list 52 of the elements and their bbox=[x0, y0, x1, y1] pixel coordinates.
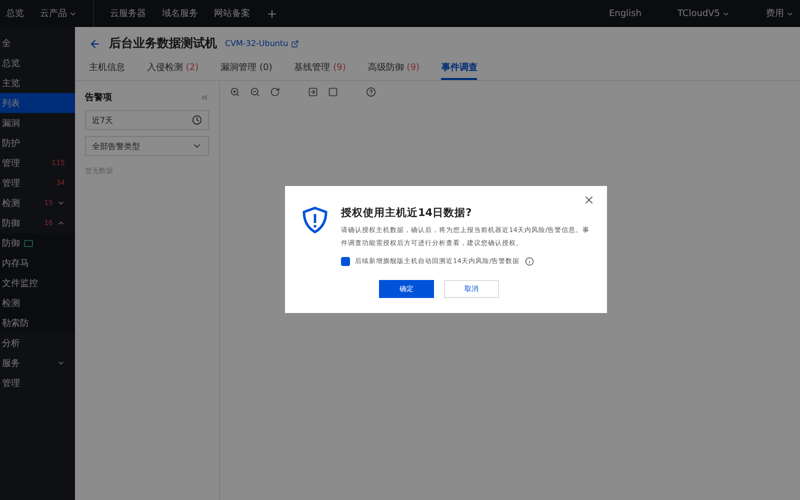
close-button[interactable] bbox=[583, 194, 595, 206]
sidebar-item[interactable]: 总览 bbox=[0, 53, 75, 73]
chevron-up-icon[interactable] bbox=[57, 219, 65, 227]
shield-warning-icon bbox=[301, 206, 329, 234]
nav-link[interactable]: 域名服务 bbox=[162, 7, 198, 20]
sidebar-item[interactable]: 全 bbox=[0, 33, 75, 53]
nav-menu-item[interactable]: 总览 bbox=[6, 7, 24, 20]
nav-menu-item[interactable]: 云产品 bbox=[40, 7, 77, 20]
sidebar-item[interactable]: 漏洞 bbox=[0, 113, 75, 133]
zoom-out-icon[interactable] bbox=[250, 87, 260, 97]
dialog-title: 授权使用主机近14日数据? bbox=[341, 206, 473, 220]
instance-link[interactable]: CVM-32-Ubuntu bbox=[225, 39, 300, 48]
sidebar-item[interactable]: 管理 bbox=[0, 373, 75, 393]
checkbox[interactable] bbox=[341, 257, 350, 266]
chevron-down-icon[interactable] bbox=[57, 199, 65, 207]
sidebar-item[interactable]: 服务 bbox=[0, 353, 75, 373]
page-title: 后台业务数据测试机 bbox=[109, 35, 217, 52]
collapse-icon[interactable] bbox=[200, 93, 209, 102]
sidebar-item[interactable]: 主览 bbox=[0, 73, 75, 93]
sidebar-subitem[interactable]: 勒索防 bbox=[0, 313, 75, 333]
info-icon[interactable] bbox=[524, 257, 534, 266]
chevron-down-icon[interactable] bbox=[57, 359, 65, 367]
time-range-select[interactable]: 近7天 bbox=[85, 110, 209, 130]
nav-link[interactable]: 云服务器 bbox=[110, 7, 146, 20]
panel-title: 告警项 bbox=[85, 91, 112, 104]
nav-menu-item[interactable]: TCloudV5 bbox=[677, 8, 730, 18]
sidebar-subitem[interactable]: 文件监控 bbox=[0, 273, 75, 293]
nav-menu-item[interactable]: 费用 bbox=[766, 7, 794, 20]
help-icon[interactable] bbox=[366, 87, 376, 97]
sidebar-item[interactable]: 分析 bbox=[0, 333, 75, 353]
tab[interactable]: 主机信息 bbox=[89, 58, 125, 80]
sidebar-item[interactable]: 列表 bbox=[0, 93, 75, 113]
tab[interactable]: 入侵检测 (2) bbox=[147, 58, 199, 80]
export-icon[interactable] bbox=[308, 87, 318, 97]
alert-type-select[interactable]: 全部告警类型 bbox=[85, 136, 209, 156]
sidebar-subitem[interactable]: 检测 bbox=[0, 293, 75, 313]
nav-menu-item[interactable]: English bbox=[608, 8, 642, 18]
add-icon[interactable] bbox=[266, 8, 278, 20]
clock-icon bbox=[192, 115, 202, 125]
zoom-in-icon[interactable] bbox=[230, 87, 240, 97]
tab[interactable]: 高级防御 (9) bbox=[368, 58, 420, 80]
sidebar-subitem[interactable]: 内存马 bbox=[0, 253, 75, 273]
frame-icon[interactable] bbox=[328, 87, 338, 97]
nav-link[interactable]: 网站备案 bbox=[214, 7, 250, 20]
refresh-icon[interactable] bbox=[270, 87, 280, 97]
tab[interactable]: 基线管理 (9) bbox=[294, 58, 346, 80]
back-icon[interactable] bbox=[89, 38, 101, 50]
tab[interactable]: 漏洞管理 (0) bbox=[220, 58, 272, 80]
tab[interactable]: 事件调查 bbox=[441, 58, 478, 80]
sidebar-subitem[interactable]: 防御 bbox=[0, 233, 75, 253]
sidebar-item[interactable]: 防护 bbox=[0, 133, 75, 153]
external-link-icon bbox=[291, 40, 300, 48]
